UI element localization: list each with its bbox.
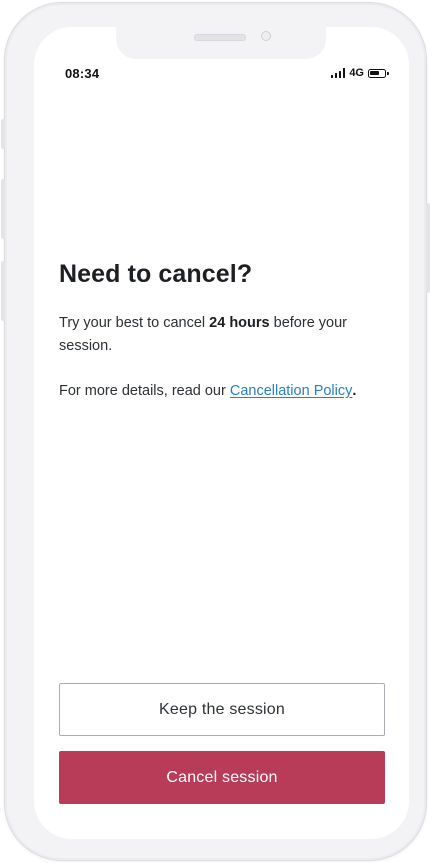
cancellation-policy-link[interactable]: Cancellation Policy	[230, 383, 353, 399]
policy-text: For more details, read our	[59, 383, 230, 399]
app-screen: 08:34 4G Need to cancel? Try your best t…	[34, 27, 409, 839]
cancel-session-button[interactable]: Cancel session	[59, 751, 385, 804]
status-time: 08:34	[65, 66, 100, 81]
side-button	[1, 261, 5, 321]
speaker-grille	[194, 34, 246, 41]
keep-session-button[interactable]: Keep the session	[59, 683, 385, 736]
side-button	[1, 179, 5, 239]
signal-icon	[330, 68, 346, 78]
page-title: Need to cancel?	[59, 260, 253, 288]
policy-period: .	[352, 383, 357, 399]
camera-icon	[261, 31, 271, 41]
side-button	[1, 119, 5, 149]
cancel-notice: Try your best to cancel 24 hours before …	[59, 312, 389, 357]
policy-notice: For more details, read our Cancellation …	[59, 380, 389, 403]
notch	[116, 27, 326, 59]
battery-icon	[368, 68, 389, 78]
side-button	[426, 203, 430, 293]
notice-hours: 24 hours	[209, 315, 270, 331]
phone-frame: 08:34 4G Need to cancel? Try your best t…	[1, 2, 430, 861]
network-type: 4G	[349, 67, 364, 79]
status-indicators: 4G	[330, 67, 389, 79]
notice-text: Try your best to cancel	[59, 315, 210, 331]
